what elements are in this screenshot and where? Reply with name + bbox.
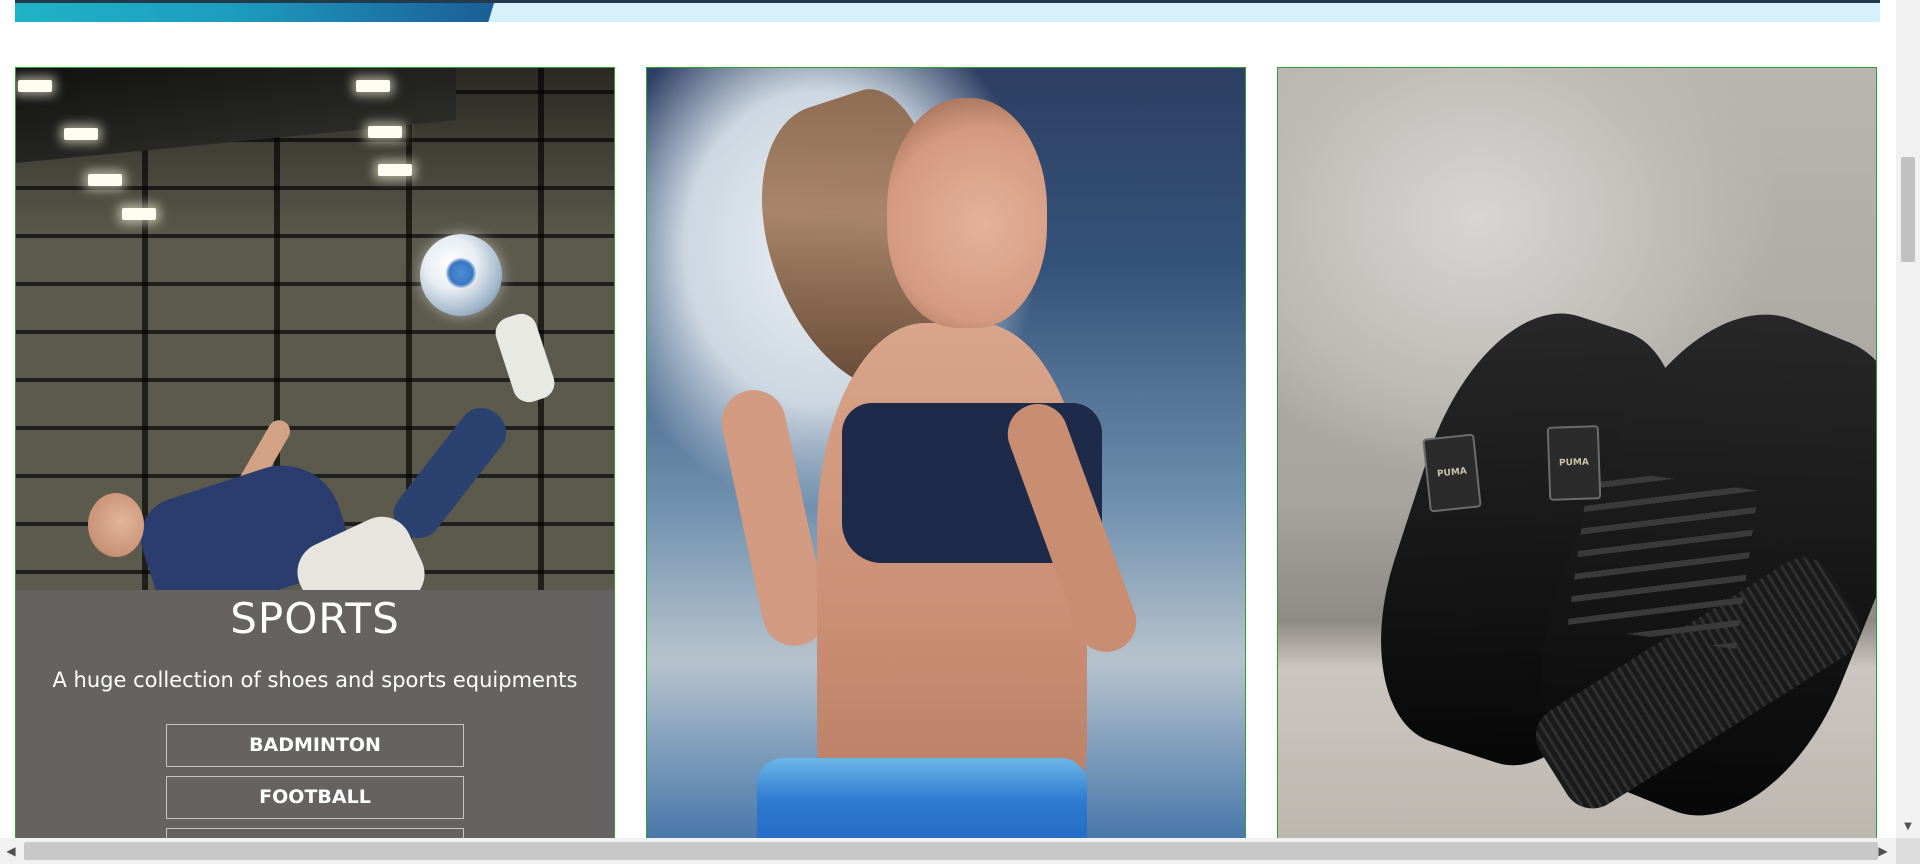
runner-card[interactable] — [646, 67, 1246, 838]
black-sneakers-image: PUMA PUMA — [1278, 68, 1876, 838]
football-button[interactable]: FOOTBALL — [166, 776, 464, 819]
scrollbar-corner — [1896, 838, 1920, 864]
ceiling-light — [122, 208, 156, 220]
scroll-left-arrow-icon[interactable]: ◀ — [4, 844, 18, 858]
sports-description: A huge collection of shoes and sports eq… — [52, 668, 578, 692]
scroll-right-arrow-icon[interactable]: ▶ — [1876, 844, 1890, 858]
brand-tag: PUMA — [1546, 425, 1602, 501]
runner-image — [647, 68, 1245, 838]
badminton-button[interactable]: BADMINTON — [166, 724, 464, 767]
sports-card[interactable]: SPORTS A huge collection of shoes and sp… — [15, 67, 615, 838]
vertical-scrollbar-thumb[interactable] — [1901, 157, 1915, 262]
runner-head — [887, 98, 1047, 328]
horizontal-scrollbar[interactable]: ◀ ▶ — [0, 838, 1920, 864]
ceiling-light — [64, 128, 98, 140]
page-viewport: SPORTS A huge collection of shoes and sp… — [0, 0, 1896, 838]
ceiling-light — [18, 80, 52, 92]
ceiling-light — [378, 164, 412, 176]
sports-info-panel: SPORTS A huge collection of shoes and sp… — [16, 590, 614, 838]
banner-top-line — [15, 0, 1880, 3]
ceiling-light — [356, 80, 390, 92]
runner-arm — [715, 384, 833, 652]
banner-accent — [15, 0, 495, 22]
runner-shorts — [757, 758, 1087, 838]
shoes-card[interactable]: PUMA PUMA — [1277, 67, 1877, 838]
ceiling-light — [88, 174, 122, 186]
vertical-scrollbar[interactable]: ▼ — [1896, 0, 1920, 838]
category-button[interactable] — [166, 828, 464, 838]
horizontal-scrollbar-thumb[interactable] — [24, 842, 1878, 860]
sports-title: SPORTS — [230, 594, 400, 643]
brand-tag: PUMA — [1422, 433, 1482, 513]
top-banner — [15, 0, 1880, 22]
scroll-down-arrow-icon[interactable]: ▼ — [1902, 822, 1914, 832]
player-head — [88, 493, 144, 557]
football-ball — [420, 234, 502, 316]
ceiling-light — [368, 126, 402, 138]
